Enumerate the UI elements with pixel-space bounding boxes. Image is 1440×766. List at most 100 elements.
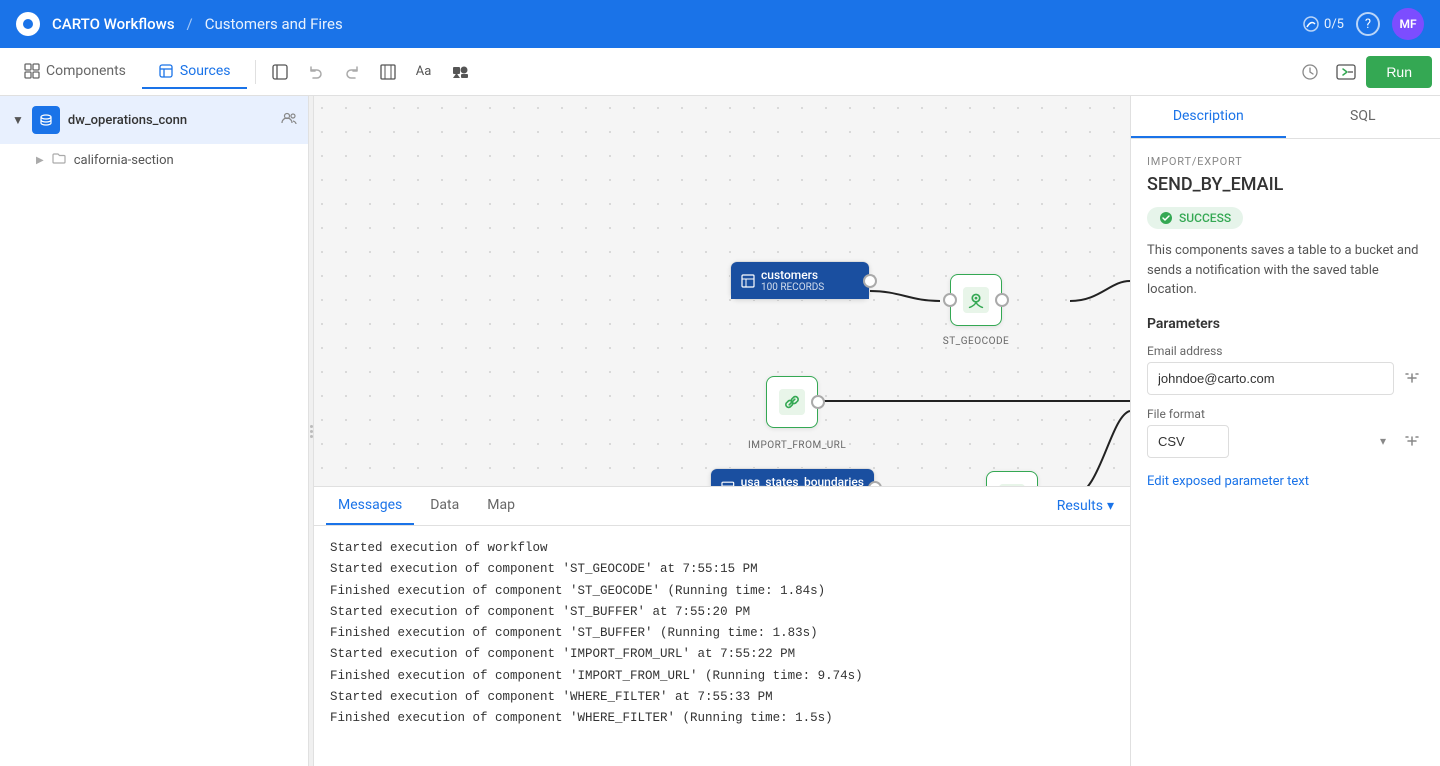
toolbar-left: Components Sources (8, 55, 247, 89)
link-icon (779, 389, 805, 415)
sources-sidebar: ▼ dw_operations_conn ▶ (0, 96, 310, 766)
app-logo (16, 12, 40, 36)
email-param-row (1147, 362, 1424, 395)
panel-icon (271, 63, 289, 81)
geocode-icon (963, 287, 989, 313)
usa-node-header: usa_states_boundaries 51 RECORDS (711, 469, 874, 486)
results-button[interactable]: Results ▾ (1057, 498, 1114, 514)
log-line-4: Finished execution of component 'ST_BUFF… (330, 623, 1110, 644)
connection-item[interactable]: ▼ dw_operations_conn (0, 96, 309, 144)
usa-table-icon (721, 481, 735, 487)
folder-icon (52, 152, 66, 168)
customers-node-header: customers 100 RECORDS (731, 262, 869, 299)
status-badge: SUCCESS (1147, 207, 1243, 229)
toolbar-divider1 (255, 60, 256, 84)
sql-tab[interactable]: SQL (1286, 96, 1440, 138)
run-button[interactable]: Run (1366, 56, 1432, 88)
log-line-1: Started execution of component 'ST_GEOCO… (330, 559, 1110, 580)
topbar-right: 0/5 ? MF (1302, 8, 1424, 40)
geocode-label: ST_GEOCODE (940, 336, 1012, 347)
undo-icon (307, 63, 325, 81)
select-arrow: ▾ (1380, 434, 1386, 448)
undo-button[interactable] (300, 56, 332, 88)
users-icon (281, 112, 297, 128)
db-icon (39, 113, 53, 127)
geocode-in[interactable] (943, 293, 957, 307)
component-description: This components saves a table to a bucke… (1147, 241, 1424, 300)
import-url-node[interactable] (766, 376, 818, 428)
workflow-name: Customers and Fires (205, 15, 343, 33)
edit-exposed-link[interactable]: Edit exposed parameter text (1147, 474, 1309, 489)
help-button[interactable]: ? (1356, 12, 1380, 36)
params-title: Parameters (1147, 316, 1424, 332)
bottom-tabs: Messages Data Map Results ▾ (310, 487, 1130, 526)
file-format-label: File format (1147, 407, 1424, 421)
log-line-3: Started execution of component 'ST_BUFFE… (330, 602, 1110, 623)
more-button[interactable] (444, 56, 476, 88)
table-icon (741, 274, 755, 288)
clock-icon (1301, 63, 1319, 81)
add-icon (1404, 370, 1420, 386)
sources-icon (158, 63, 174, 79)
chevron-down-icon: ▾ (1107, 498, 1114, 514)
history-button[interactable] (1294, 56, 1326, 88)
customers-subtitle: 100 RECORDS (761, 282, 824, 293)
log-line-2: Finished execution of component 'ST_GEOC… (330, 581, 1110, 602)
right-panel-content: IMPORT/EXPORT SEND_BY_EMAIL SUCCESS This… (1131, 139, 1440, 766)
sidebar-splitter[interactable] (308, 96, 310, 766)
customers-out[interactable] (863, 274, 877, 288)
run-options-icon (1336, 64, 1356, 80)
file-format-select[interactable]: CSV JSON GeoJSON Parquet (1147, 425, 1229, 458)
check-circle-icon (1159, 211, 1173, 225)
folder-item[interactable]: ▶ california-section (0, 144, 309, 176)
bottom-panel: Messages Data Map Results ▾ Started exec… (310, 486, 1130, 766)
data-tab[interactable]: Data (418, 487, 471, 525)
expand-arrow: ▶ (36, 155, 44, 166)
import-url-label: IMPORT_FROM_URL (748, 440, 838, 451)
messages-tab[interactable]: Messages (326, 487, 414, 525)
email-add-button[interactable] (1400, 366, 1424, 390)
user-avatar[interactable]: MF (1392, 8, 1424, 40)
connection-name: dw_operations_conn (68, 113, 273, 128)
log-line-0: Started execution of workflow (330, 538, 1110, 559)
redo-icon (343, 63, 361, 81)
right-panel: Description SQL IMPORT/EXPORT SEND_BY_EM… (1130, 96, 1440, 766)
log-line-7: Started execution of component 'WHERE_FI… (330, 687, 1110, 708)
usa-title: usa_states_boundaries (741, 475, 864, 486)
sources-tab[interactable]: Sources (142, 55, 247, 89)
folder-name: california-section (74, 153, 174, 168)
file-format-select-wrapper: CSV JSON GeoJSON Parquet ▾ (1147, 425, 1394, 458)
geocode-out[interactable] (995, 293, 1009, 307)
workflow-canvas[interactable]: customers 100 RECORDS ST (310, 96, 1130, 486)
where-filter-node[interactable] (986, 471, 1038, 486)
run-options-button[interactable] (1330, 56, 1362, 88)
fit-icon (379, 63, 397, 81)
description-tab[interactable]: Description (1131, 96, 1286, 138)
fit-view-button[interactable] (372, 56, 404, 88)
toggle-panel-button[interactable] (264, 56, 296, 88)
log-line-5: Started execution of component 'IMPORT_F… (330, 644, 1110, 665)
customers-node[interactable]: customers 100 RECORDS (730, 261, 870, 300)
import-out[interactable] (811, 395, 825, 409)
component-name: SEND_BY_EMAIL (1147, 174, 1424, 195)
add-format-icon (1404, 433, 1420, 449)
email-input[interactable] (1147, 362, 1394, 395)
font-button[interactable]: Aa (408, 56, 440, 88)
format-add-button[interactable] (1400, 429, 1424, 453)
log-line-8: Finished execution of component 'WHERE_F… (330, 708, 1110, 729)
customers-title: customers (761, 268, 824, 282)
components-tab[interactable]: Components (8, 55, 142, 89)
right-panel-tabs: Description SQL (1131, 96, 1440, 139)
map-tab[interactable]: Map (475, 487, 527, 525)
redo-button[interactable] (336, 56, 368, 88)
topbar: CARTO Workflows / Customers and Fires 0/… (0, 0, 1440, 48)
file-format-row: CSV JSON GeoJSON Parquet ▾ (1147, 425, 1424, 458)
usa-out[interactable] (868, 481, 882, 487)
usa-node[interactable]: usa_states_boundaries 51 RECORDS (710, 468, 875, 486)
main-toolbar: Components Sources (0, 48, 1440, 96)
log-area: Started execution of workflow Started ex… (310, 526, 1130, 766)
collapse-arrow[interactable]: ▼ (12, 113, 24, 127)
folder-svg (52, 152, 66, 164)
geocode-node[interactable] (950, 274, 1002, 326)
users-svg (281, 112, 297, 124)
